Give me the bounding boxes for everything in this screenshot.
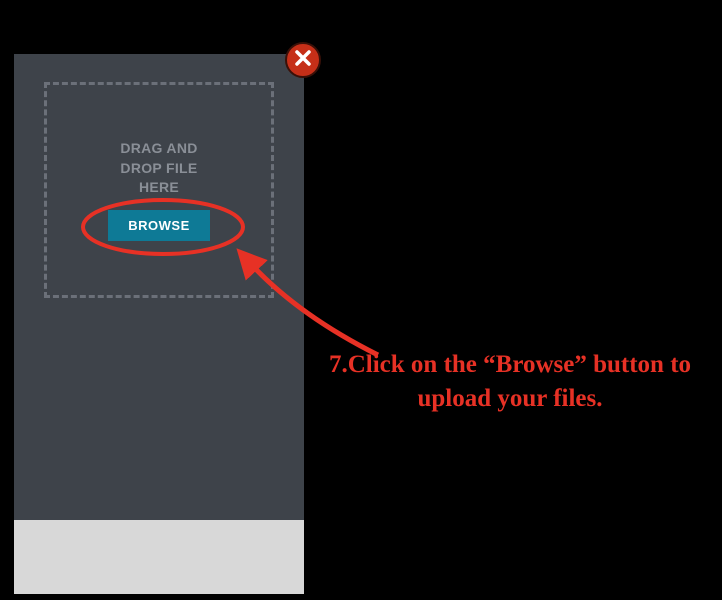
dropzone-instruction: DRAG AND DROP FILE HERE: [120, 139, 197, 198]
browse-button[interactable]: BROWSE: [108, 210, 210, 241]
modal-panel: DRAG AND DROP FILE HERE BROWSE: [14, 54, 304, 594]
annotation-instruction: 7.Click on the “Browse” button to upload…: [320, 348, 700, 416]
close-button[interactable]: [285, 42, 321, 78]
modal-inner: DRAG AND DROP FILE HERE BROWSE: [14, 54, 304, 520]
file-dropzone[interactable]: DRAG AND DROP FILE HERE BROWSE: [44, 82, 274, 298]
close-icon: [293, 48, 313, 73]
